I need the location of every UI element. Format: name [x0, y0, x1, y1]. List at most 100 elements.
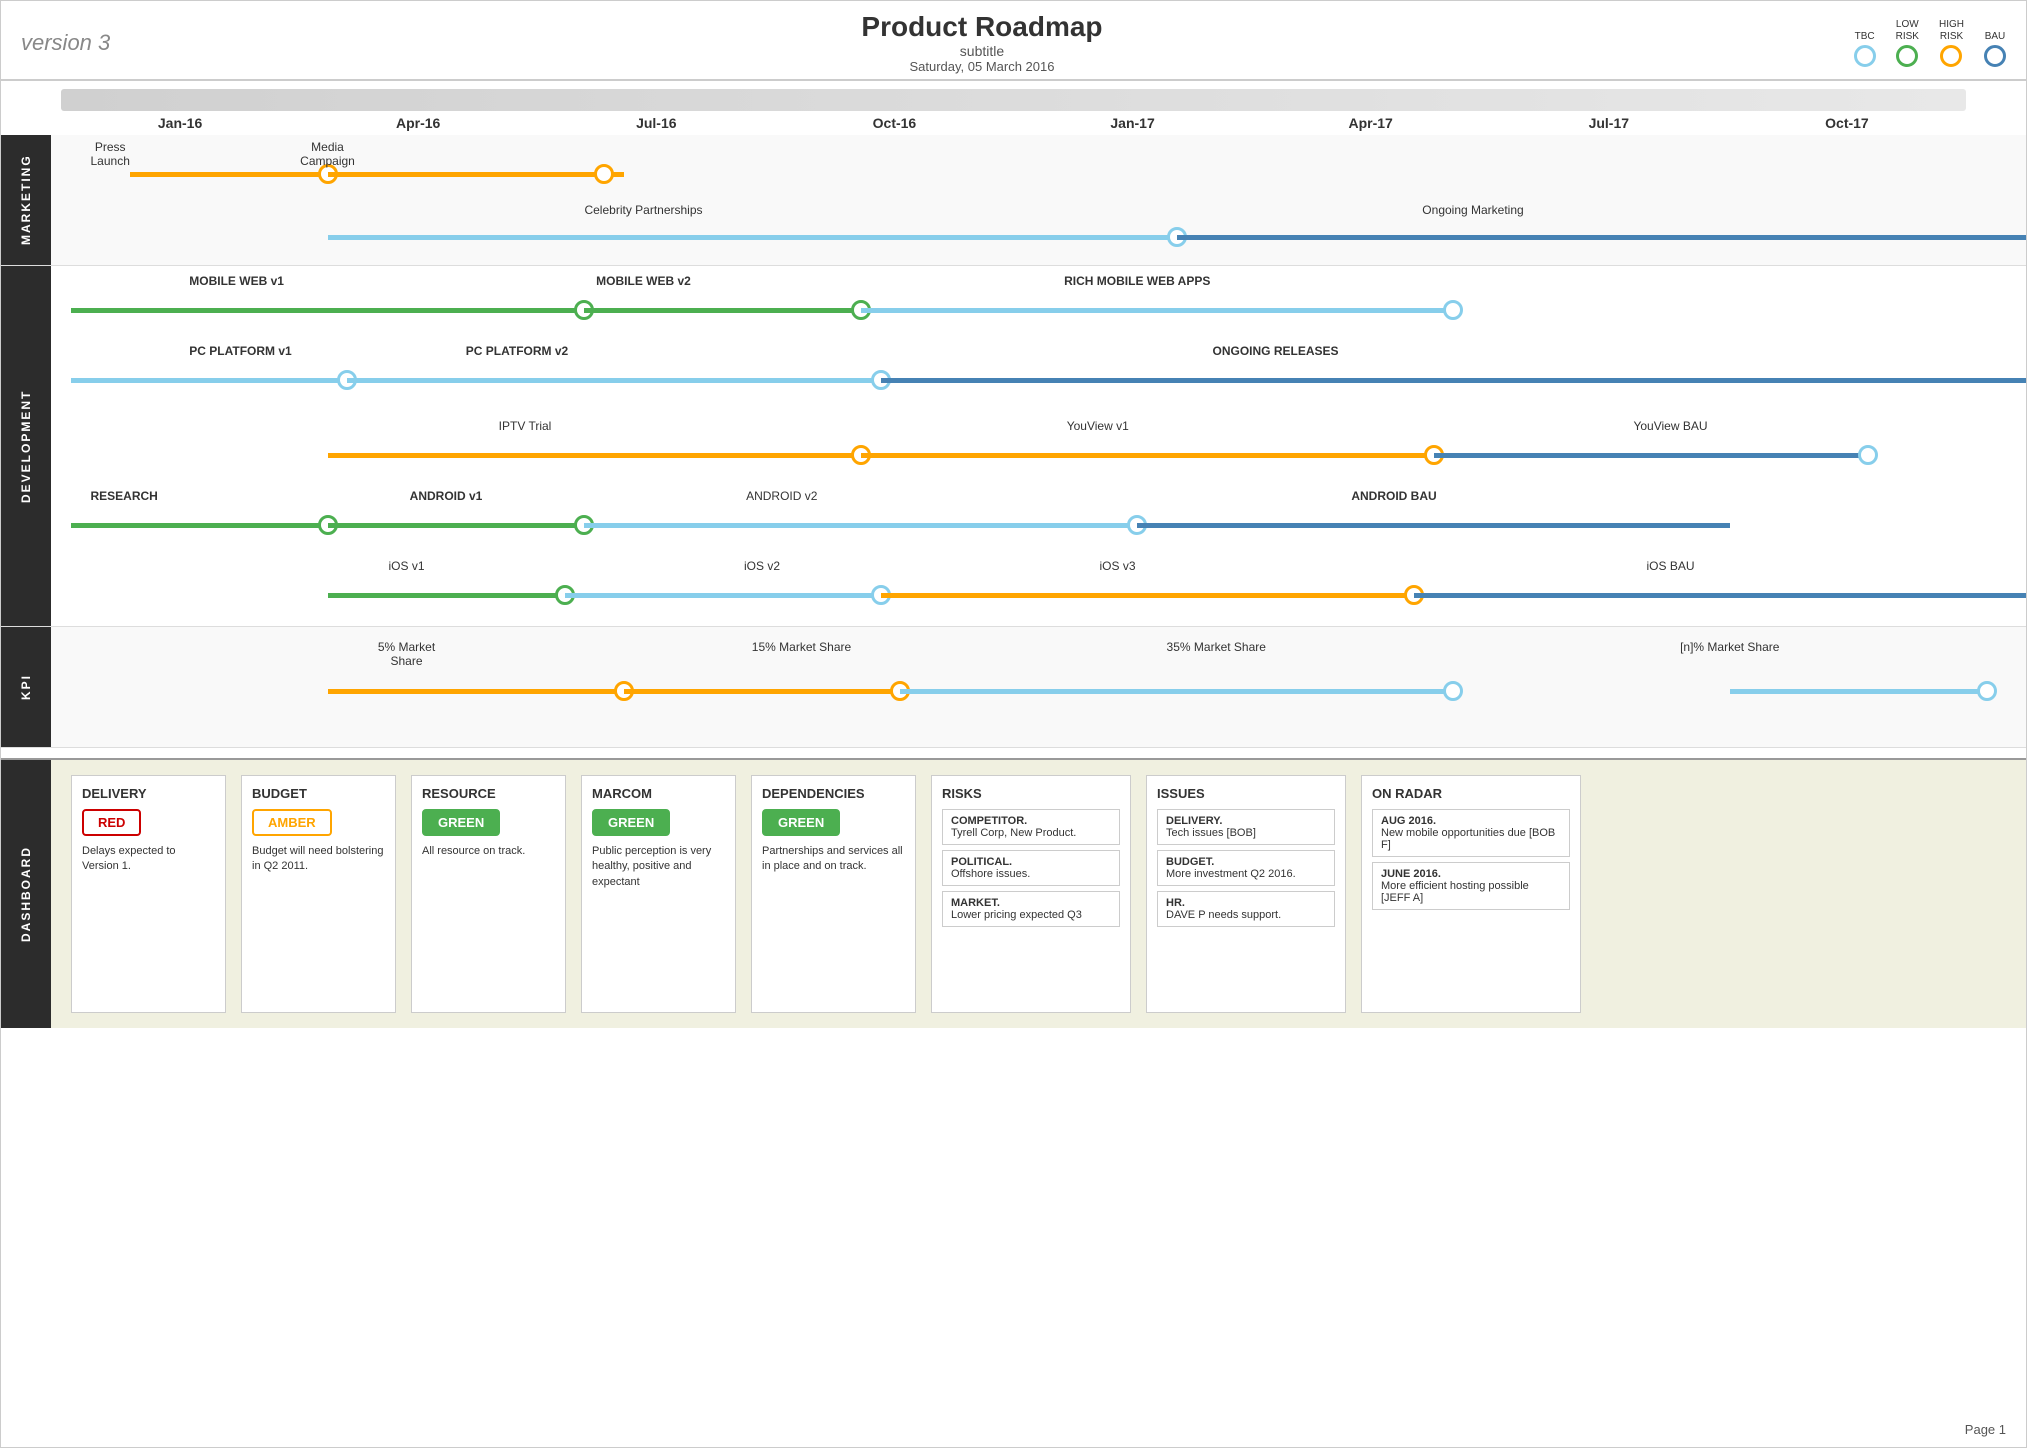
orange-line-5c [881, 593, 1414, 598]
lightblue-line-marketing [328, 235, 1177, 240]
timeline-jul16: Jul-16 [537, 115, 775, 131]
ongoing-marketing-label: Ongoing Marketing [1422, 203, 1523, 217]
lightblue-kpi-circle-3 [1443, 681, 1463, 701]
legend-high-risk: HIGHRISK [1939, 19, 1964, 67]
blue-line-5d [1414, 593, 2026, 598]
research-label: RESEARCH [91, 489, 158, 503]
resource-text: All resource on track. [422, 844, 555, 859]
subtitle: subtitle [861, 43, 1102, 59]
rich-mobile-label: RICH MOBILE WEB APPS [1064, 274, 1210, 288]
development-section: DEVELOPMENT MOBILE WEB v1 MOBILE WEB v2 … [1, 266, 2026, 627]
lightblue-kpi-line-3 [900, 689, 1453, 694]
risk-item-competitor: COMPETITOR. Tyrell Corp, New Product. [942, 809, 1120, 845]
timeline-oct17: Oct-17 [1728, 115, 1966, 131]
ios-v1-label: iOS v1 [388, 559, 424, 573]
delivery-card: DELIVERY RED Delays expected to Version … [71, 775, 226, 1013]
radar-item-aug: AUG 2016. New mobile opportunities due [… [1372, 809, 1570, 857]
green-line-4b [328, 523, 585, 528]
budget-text: Budget will need bolstering in Q2 2011. [252, 844, 385, 875]
dashboard-content: DELIVERY RED Delays expected to Version … [51, 760, 2026, 1028]
marcom-text: Public perception is very healthy, posit… [592, 844, 725, 890]
dashboard-section: DASHBOARD DELIVERY RED Delays expected t… [1, 758, 2026, 1028]
delivery-title: DELIVERY [82, 786, 215, 801]
issue-item-delivery: DELIVERY. Tech issues [BOB] [1157, 809, 1335, 845]
lightblue-line-5b [565, 593, 881, 598]
blue-line-4d [1137, 523, 1730, 528]
youview-v1-label: YouView v1 [1067, 419, 1129, 433]
orange-kpi-line-1 [328, 689, 624, 694]
lightblue-line-2b [347, 378, 880, 383]
dev-row1: MOBILE WEB v1 MOBILE WEB v2 RICH MOBILE … [51, 271, 2026, 336]
radar-item-june: JUNE 2016. More efficient hosting possib… [1372, 862, 1570, 910]
timeline-bar [61, 89, 1966, 111]
pc-v2-label: PC PLATFORM v2 [466, 344, 568, 358]
kpi-15pct-label: 15% Market Share [752, 640, 851, 654]
dependencies-text: Partnerships and services all in place a… [762, 844, 905, 875]
dev-row2: PC PLATFORM v1 PC PLATFORM v2 ONGOING RE… [51, 341, 2026, 406]
issue-item-budget: BUDGET. More investment Q2 2016. [1157, 850, 1335, 886]
page-title: Product Roadmap [861, 11, 1102, 43]
timeline-oct16: Oct-16 [775, 115, 1013, 131]
issue-item-hr: HR. DAVE P needs support. [1157, 891, 1335, 927]
version-label: version 3 [21, 30, 110, 56]
legend-bau: BAU [1984, 31, 2006, 67]
ios-v2-label: iOS v2 [744, 559, 780, 573]
marketing-lane1: PressLaunch MediaCampaign [51, 135, 2026, 200]
dependencies-badge: GREEN [762, 809, 840, 836]
budget-card: BUDGET AMBER Budget will need bolstering… [241, 775, 396, 1013]
header: version 3 Product Roadmap subtitle Satur… [1, 1, 2026, 81]
date: Saturday, 05 March 2016 [861, 59, 1102, 74]
kpi-row: 5% MarketShare 15% Market Share 35% Mark… [51, 637, 2026, 737]
delivery-badge: RED [82, 809, 141, 836]
orange-line-3a [328, 453, 861, 458]
resource-card: RESOURCE GREEN All resource on track. [411, 775, 566, 1013]
timeline-jan16: Jan-16 [61, 115, 299, 131]
ios-v3-label: iOS v3 [1099, 559, 1135, 573]
orange-line-1a [130, 172, 328, 177]
marcom-card: MARCOM GREEN Public perception is very h… [581, 775, 736, 1013]
risks-title: RISKS [942, 786, 1120, 801]
blue-line-marketing [1177, 235, 2026, 240]
orange-circle-1b [594, 164, 614, 184]
pc-v1-label: PC PLATFORM v1 [189, 344, 291, 358]
budget-title: BUDGET [252, 786, 385, 801]
lightblue-kpi-circle-4 [1977, 681, 1997, 701]
lightblue-line-1c [861, 308, 1454, 313]
ios-bau-label: iOS BAU [1646, 559, 1694, 573]
dashboard-label: DASHBOARD [1, 760, 51, 1028]
resource-title: RESOURCE [422, 786, 555, 801]
timeline-labels: Jan-16 Apr-16 Jul-16 Oct-16 Jan-17 Apr-1… [61, 111, 1966, 135]
kpi-35pct-label: 35% Market Share [1167, 640, 1266, 654]
dev-row3: IPTV Trial YouView v1 YouView BAU [51, 416, 2026, 481]
lightblue-kpi-line-4 [1730, 689, 1987, 694]
timeline-apr16: Apr-16 [299, 115, 537, 131]
mobile-web-v1-label: MOBILE WEB v1 [189, 274, 284, 288]
lightblue-line-4c [584, 523, 1137, 528]
timeline: Jan-16 Apr-16 Jul-16 Oct-16 Jan-17 Apr-1… [1, 81, 2026, 135]
android-v1-label: ANDROID v1 [410, 489, 483, 503]
title-center: Product Roadmap subtitle Saturday, 05 Ma… [861, 11, 1102, 74]
issues-title: ISSUES [1157, 786, 1335, 801]
media-campaign-label: MediaCampaign [300, 140, 355, 168]
legend-tbc: TBC [1854, 31, 1876, 67]
radar-card: ON RADAR AUG 2016. New mobile opportunit… [1361, 775, 1581, 1013]
android-v2-label: ANDROID v2 [746, 489, 817, 503]
risks-card: RISKS COMPETITOR. Tyrell Corp, New Produ… [931, 775, 1131, 1013]
marketing-content: PressLaunch MediaCampaign Celebrity Part… [51, 135, 2026, 265]
dependencies-title: DEPENDENCIES [762, 786, 905, 801]
iptv-label: IPTV Trial [499, 419, 552, 433]
tbc-circle [1854, 45, 1876, 67]
risk-item-political: POLITICAL. Offshore issues. [942, 850, 1120, 886]
page-number: Page 1 [1965, 1422, 2006, 1437]
orange-kpi-line-2 [624, 689, 901, 694]
high-risk-circle [1940, 45, 1962, 67]
celebrity-label: Celebrity Partnerships [584, 203, 702, 217]
marcom-title: MARCOM [592, 786, 725, 801]
budget-badge: AMBER [252, 809, 332, 836]
radar-title: ON RADAR [1372, 786, 1570, 801]
mobile-web-v2-label: MOBILE WEB v2 [596, 274, 691, 288]
low-risk-circle [1896, 45, 1918, 67]
green-line-4a [71, 523, 328, 528]
bau-circle [1984, 45, 2006, 67]
blue-line-3c [1434, 453, 1869, 458]
